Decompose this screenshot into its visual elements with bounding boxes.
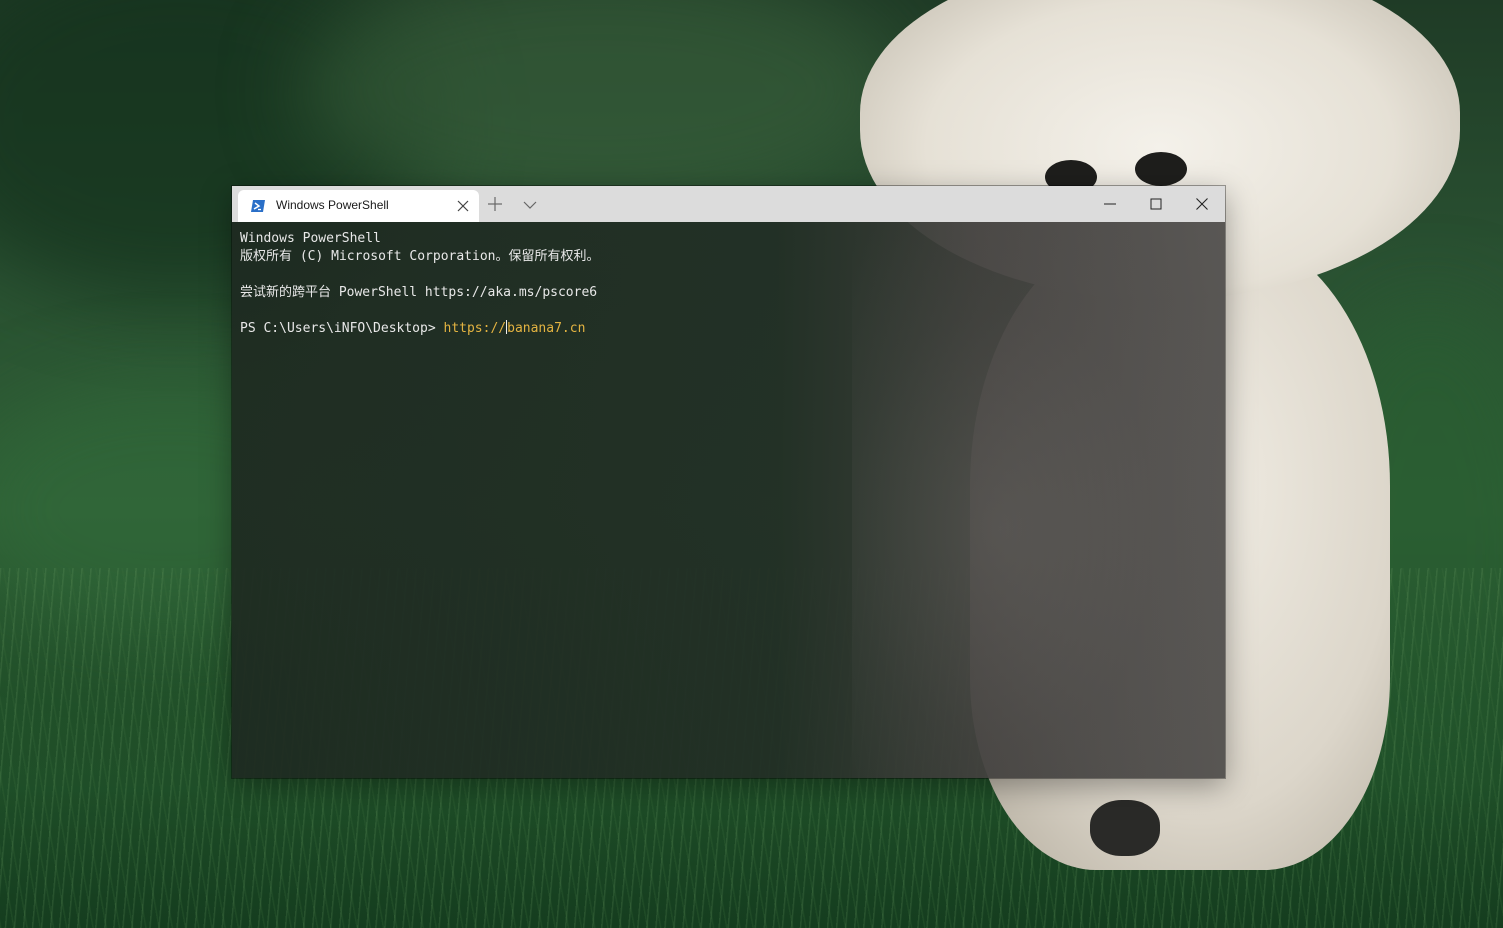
console-line: Windows PowerShell — [240, 231, 381, 246]
console-output[interactable]: Windows PowerShell 版权所有 (C) Microsoft Co… — [232, 222, 1225, 778]
prompt: PS C:\Users\iNFO\Desktop> — [240, 321, 444, 336]
title-bar[interactable]: Windows PowerShell — [232, 186, 1225, 222]
command-input-after-cursor: banana7.cn — [507, 321, 586, 336]
chevron-down-icon[interactable] — [521, 197, 539, 213]
command-input-before-cursor: https:// — [443, 321, 507, 336]
maximize-icon — [1150, 198, 1162, 210]
tab-close-icon[interactable] — [454, 197, 472, 215]
plus-icon[interactable] — [486, 195, 504, 213]
minimize-button[interactable] — [1087, 186, 1133, 222]
close-button[interactable] — [1179, 186, 1225, 222]
command-line[interactable]: PS C:\Users\iNFO\Desktop> https://banana… — [240, 320, 585, 338]
terminal-window: Windows PowerShell Windows PowerShell 版权… — [232, 186, 1225, 778]
console-line: 版权所有 (C) Microsoft Corporation。保留所有权利。 — [240, 249, 600, 264]
tab-windows-powershell[interactable]: Windows PowerShell — [238, 190, 479, 222]
console-line: 尝试新的跨平台 PowerShell https://aka.ms/pscore… — [240, 285, 598, 300]
tab-title: Windows PowerShell — [276, 198, 389, 212]
maximize-button[interactable] — [1133, 186, 1179, 222]
powershell-icon — [250, 198, 266, 214]
minimize-icon — [1104, 203, 1116, 205]
close-icon — [1196, 198, 1208, 210]
